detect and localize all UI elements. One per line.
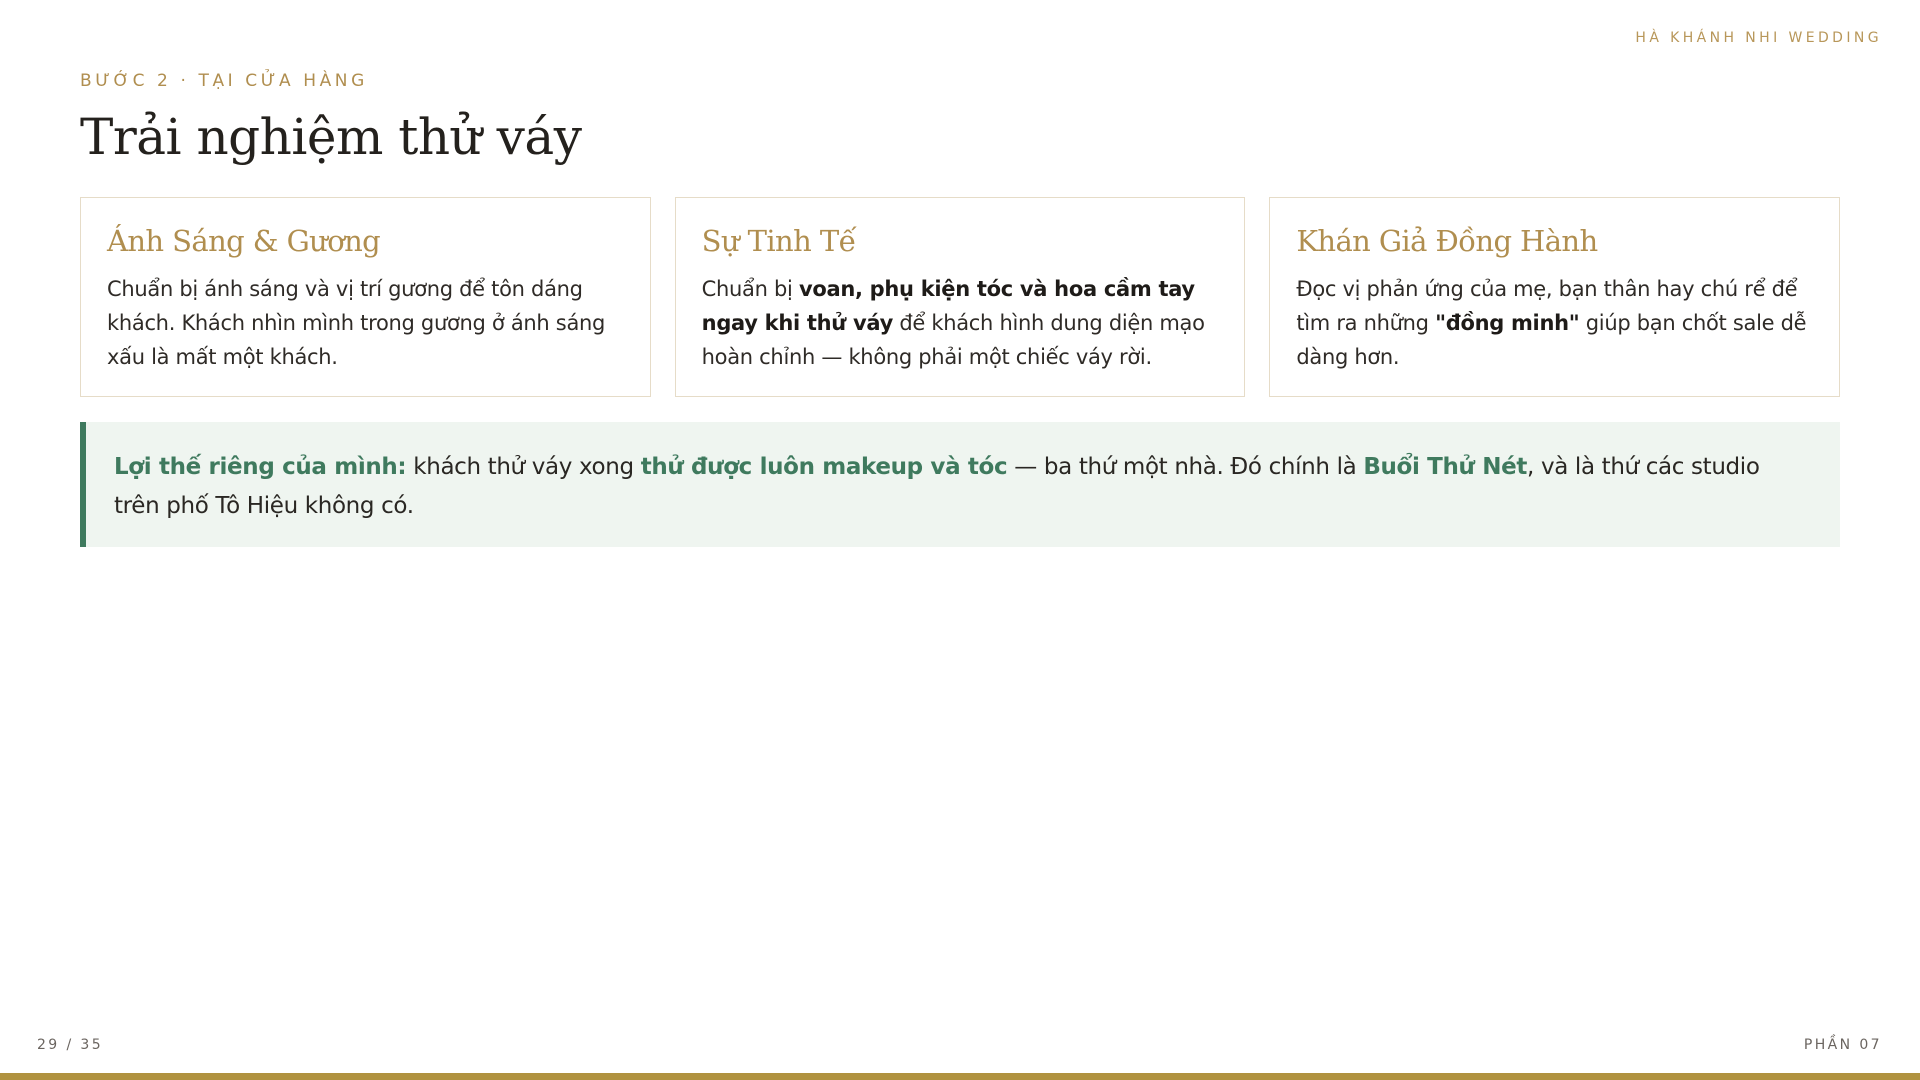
card-refinement: Sự Tinh Tế Chuẩn bị voan, phụ kiện tóc v… bbox=[674, 197, 1246, 397]
page-title: Trải nghiệm thử váy bbox=[80, 108, 582, 166]
callout-highlight: Buổi Thử Nét bbox=[1363, 454, 1528, 480]
advantage-callout: Lợi thế riêng của mình: khách thử váy xo… bbox=[80, 422, 1840, 547]
callout-lead: Lợi thế riêng của mình: bbox=[114, 454, 407, 480]
card-row: Ánh Sáng & Gương Chuẩn bị ánh sáng và vị… bbox=[80, 197, 1841, 397]
card-companions: Khán Giả Đồng Hành Đọc vị phản ứng của m… bbox=[1269, 197, 1841, 397]
card-title: Ánh Sáng & Gương bbox=[107, 224, 381, 258]
callout-highlight: thử được luôn makeup và tóc bbox=[640, 454, 1008, 480]
section-label: PHẦN 07 bbox=[1803, 1037, 1882, 1053]
card-text: Chuẩn bị voan, phụ kiện tóc và hoa cầm t… bbox=[701, 277, 1205, 369]
card-emphasis: "đồng minh" bbox=[1435, 311, 1580, 335]
step-eyebrow: BƯỚC 2 · TẠI CỬA HÀNG bbox=[80, 71, 368, 91]
card-title: Khán Giả Đồng Hành bbox=[1296, 224, 1598, 258]
card-text: Chuẩn bị ánh sáng và vị trí gương để tôn… bbox=[107, 277, 606, 369]
bottom-accent-bar bbox=[0, 1073, 1920, 1080]
page-number: 29 / 35 bbox=[37, 1037, 104, 1053]
card-title: Sự Tinh Tế bbox=[701, 224, 857, 258]
card-text: Đọc vị phản ứng của mẹ, bạn thân hay chú… bbox=[1296, 277, 1807, 369]
card-lighting-mirror: Ánh Sáng & Gương Chuẩn bị ánh sáng và vị… bbox=[80, 197, 651, 397]
brand-name: HÀ KHÁNH NHI WEDDING bbox=[1635, 30, 1882, 46]
